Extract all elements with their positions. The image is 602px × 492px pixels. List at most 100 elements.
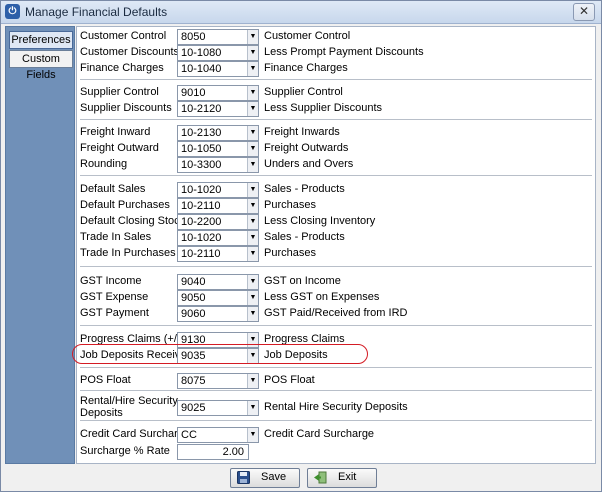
credit-card-surcharge-combo[interactable]: CC ▼ [177,427,259,443]
chevron-down-icon[interactable]: ▼ [247,62,258,76]
chevron-down-icon[interactable]: ▼ [247,183,258,197]
freight-inward-value: 10-2130 [181,127,222,139]
row-finance-charges: Finance Charges 10-1040 ▼ Finance Charge… [77,61,595,77]
freight-inward-combo[interactable]: 10-2130 ▼ [177,125,259,141]
chevron-down-icon[interactable]: ▼ [247,199,258,213]
default-purchases-description: Purchases [264,199,316,211]
supplier-control-combo[interactable]: 9010 ▼ [177,85,259,101]
customer-discounts-label: Customer Discounts [80,46,180,58]
divider [80,79,592,80]
customer-discounts-value: 10-1080 [181,47,222,59]
finance-charges-combo[interactable]: 10-1040 ▼ [177,61,259,77]
exit-label: Exit [338,471,357,483]
chevron-down-icon[interactable]: ▼ [247,307,258,321]
row-customer-control: Customer Control 8050 ▼ Customer Control [77,29,595,45]
chevron-down-icon[interactable]: ▼ [247,231,258,245]
row-default-purchases: Default Purchases 10-2110 ▼ Purchases [77,198,595,214]
divider [80,175,592,176]
row-default-sales: Default Sales 10-1020 ▼ Sales - Products [77,182,595,198]
default-purchases-label: Default Purchases [80,199,170,211]
trade-in-purchases-label: Trade In Purchases [80,247,176,259]
customer-control-combo[interactable]: 8050 ▼ [177,29,259,45]
pos-float-value: 8075 [181,375,206,387]
gst-payment-value: 9060 [181,308,206,320]
supplier-control-value: 9010 [181,87,206,99]
chevron-down-icon[interactable]: ▼ [247,275,258,289]
chevron-down-icon[interactable]: ▼ [247,126,258,140]
freight-inward-description: Freight Inwards [264,126,340,138]
row-supplier-control: Supplier Control 9010 ▼ Supplier Control [77,85,595,101]
gst-expense-label: GST Expense [80,291,149,303]
row-supplier-discounts: Supplier Discounts 10-2120 ▼ Less Suppli… [77,101,595,117]
row-pos-float: POS Float 8075 ▼ POS Float [77,373,595,389]
close-button[interactable]: ✕ [573,3,595,21]
rounding-description: Unders and Overs [264,158,354,170]
chevron-down-icon[interactable]: ▼ [247,291,258,305]
tab-custom-fields[interactable]: Custom Fields [9,50,73,81]
finance-charges-description: Finance Charges [264,62,348,74]
row-credit-card-surcharge: Credit Card Surcharge CC ▼ Credit Card S… [77,427,595,443]
rental-hire-security-deposits-combo[interactable]: 9025 ▼ [177,400,259,416]
save-button[interactable]: Save [230,468,300,488]
chevron-down-icon[interactable]: ▼ [247,102,258,116]
supplier-discounts-combo[interactable]: 10-2120 ▼ [177,101,259,117]
customer-discounts-combo[interactable]: 10-1080 ▼ [177,45,259,61]
chevron-down-icon[interactable]: ▼ [247,158,258,172]
default-closing-stock-value: 10-2200 [181,216,222,228]
customer-control-description: Customer Control [264,30,351,42]
default-sales-label: Default Sales [80,183,146,195]
divider [80,420,592,421]
chevron-down-icon[interactable]: ▼ [247,30,258,44]
gst-income-combo[interactable]: 9040 ▼ [177,274,259,290]
chevron-down-icon[interactable]: ▼ [247,374,258,388]
default-closing-stock-description: Less Closing Inventory [264,215,376,227]
chevron-down-icon[interactable]: ▼ [247,86,258,100]
default-purchases-combo[interactable]: 10-2110 ▼ [177,198,259,214]
divider [80,119,592,120]
window-title: Manage Financial Defaults [25,5,168,19]
credit-card-surcharge-description: Credit Card Surcharge [264,428,375,440]
pos-float-label: POS Float [80,374,131,386]
gst-payment-combo[interactable]: 9060 ▼ [177,306,259,322]
row-customer-discounts: Customer Discounts 10-1080 ▼ Less Prompt… [77,45,595,61]
tab-preferences[interactable]: Preferences [9,31,73,49]
row-trade-in-sales: Trade In Sales 10-1020 ▼ Sales - Product… [77,230,595,246]
trade-in-sales-combo[interactable]: 10-1020 ▼ [177,230,259,246]
rounding-value: 10-3300 [181,159,222,171]
gst-expense-combo[interactable]: 9050 ▼ [177,290,259,306]
supplier-control-label: Supplier Control [80,86,159,98]
supplier-discounts-label: Supplier Discounts [80,102,172,114]
default-sales-combo[interactable]: 10-1020 ▼ [177,182,259,198]
supplier-control-description: Supplier Control [264,86,343,98]
chevron-down-icon[interactable]: ▼ [247,428,258,442]
chevron-down-icon[interactable]: ▼ [247,142,258,156]
chevron-down-icon[interactable]: ▼ [247,215,258,229]
surcharge-rate-label: Surcharge % Rate [80,445,170,457]
surcharge-rate-value: 2.00 [222,446,244,458]
freight-outward-label: Freight Outward [80,142,159,154]
gst-income-description: GST on Income [264,275,341,287]
rental-hire-security-deposits-description: Rental Hire Security Deposits [264,401,408,413]
freight-outward-value: 10-1050 [181,143,222,155]
rounding-label: Rounding [80,158,128,170]
trade-in-sales-value: 10-1020 [181,232,222,244]
manage-financial-defaults-window: ⏻ Manage Financial Defaults ✕ Preference… [0,0,602,492]
exit-button[interactable]: Exit [307,468,377,488]
default-sales-description: Sales - Products [264,183,345,195]
freight-outward-combo[interactable]: 10-1050 ▼ [177,141,259,157]
divider [80,390,592,391]
chevron-down-icon[interactable]: ▼ [247,46,258,60]
trade-in-purchases-combo[interactable]: 10-2110 ▼ [177,246,259,262]
surcharge-rate-input[interactable]: 2.00 [177,444,249,460]
chevron-down-icon[interactable]: ▼ [247,247,258,261]
default-closing-stock-combo[interactable]: 10-2200 ▼ [177,214,259,230]
pos-float-combo[interactable]: 8075 ▼ [177,373,259,389]
customer-discounts-description: Less Prompt Payment Discounts [264,46,424,58]
rounding-combo[interactable]: 10-3300 ▼ [177,157,259,173]
chevron-down-icon[interactable]: ▼ [247,401,258,415]
customer-control-value: 8050 [181,31,206,43]
exit-door-icon [314,471,327,484]
financial-defaults-panel: Customer Control 8050 ▼ Customer Control… [72,26,596,464]
row-gst-income: GST Income 9040 ▼ GST on Income [77,274,595,290]
gst-expense-description: Less GST on Expenses [264,291,380,303]
